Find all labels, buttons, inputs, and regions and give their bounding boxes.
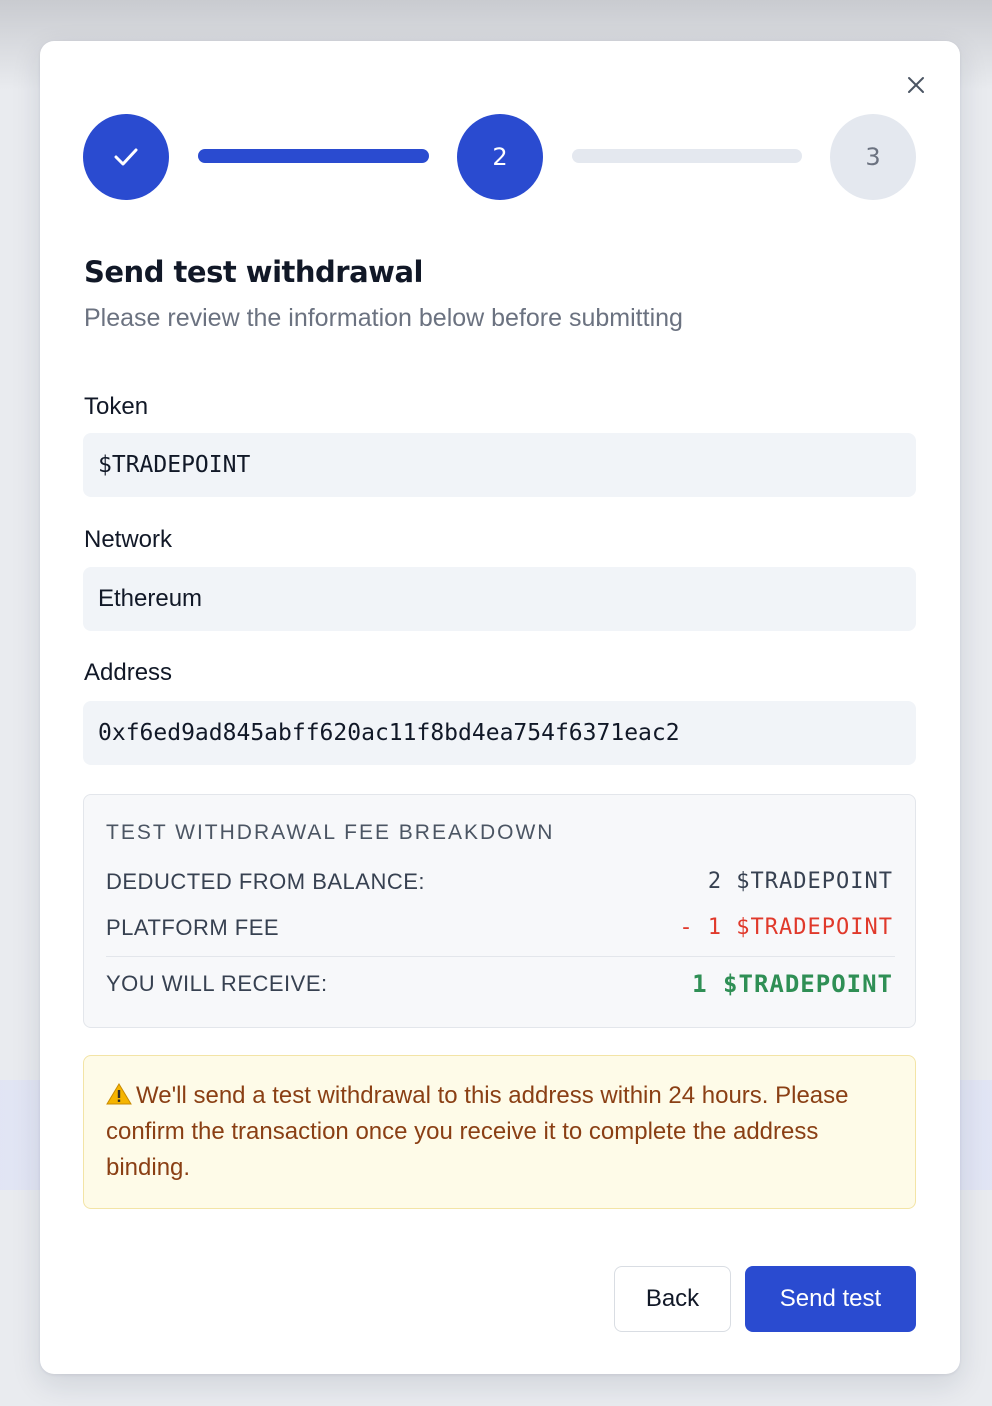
address-value: 0xf6ed9ad845abff620ac11f8bd4ea754f6371ea… xyxy=(83,701,916,765)
step-3-upcoming: 3 xyxy=(830,114,916,200)
platform-fee-value: - 1 $TRADEPOINT xyxy=(679,915,893,940)
token-label: Token xyxy=(84,393,149,420)
token-value: $TRADEPOINT xyxy=(83,433,916,497)
modal-subtitle: Please review the information below befo… xyxy=(84,304,683,332)
fee-breakdown-heading: TEST WITHDRAWAL FEE BREAKDOWN xyxy=(106,821,555,844)
step-2-active: 2 xyxy=(457,114,543,200)
receive-value: 1 $TRADEPOINT xyxy=(692,970,893,998)
platform-fee-label: PLATFORM FEE xyxy=(106,915,280,940)
checkmark-icon xyxy=(114,148,138,166)
warning-text: We'll send a test withdrawal to this add… xyxy=(106,1082,849,1181)
network-value: Ethereum xyxy=(83,567,916,631)
withdrawal-modal: 2 3 Send test withdrawal Please review t… xyxy=(40,41,960,1374)
step-connector-pending xyxy=(572,149,802,163)
warning-notice: We'll send a test withdrawal to this add… xyxy=(83,1055,916,1209)
deducted-value: 2 $TRADEPOINT xyxy=(707,869,893,894)
modal-title: Send test withdrawal xyxy=(84,255,423,289)
back-button[interactable]: Back xyxy=(614,1266,731,1332)
receive-label: YOU WILL RECEIVE: xyxy=(106,971,328,996)
fee-divider xyxy=(106,956,895,957)
send-test-button[interactable]: Send test xyxy=(745,1266,916,1332)
step-connector-complete xyxy=(198,149,429,163)
network-label: Network xyxy=(84,526,173,553)
deducted-label: DEDUCTED FROM BALANCE: xyxy=(106,869,426,894)
address-label: Address xyxy=(84,659,173,686)
close-icon xyxy=(908,77,924,93)
fee-breakdown-panel: TEST WITHDRAWAL FEE BREAKDOWN DEDUCTED F… xyxy=(83,794,916,1028)
step-1-completed xyxy=(83,114,169,200)
close-button[interactable] xyxy=(902,71,930,99)
warning-icon xyxy=(106,1083,132,1105)
